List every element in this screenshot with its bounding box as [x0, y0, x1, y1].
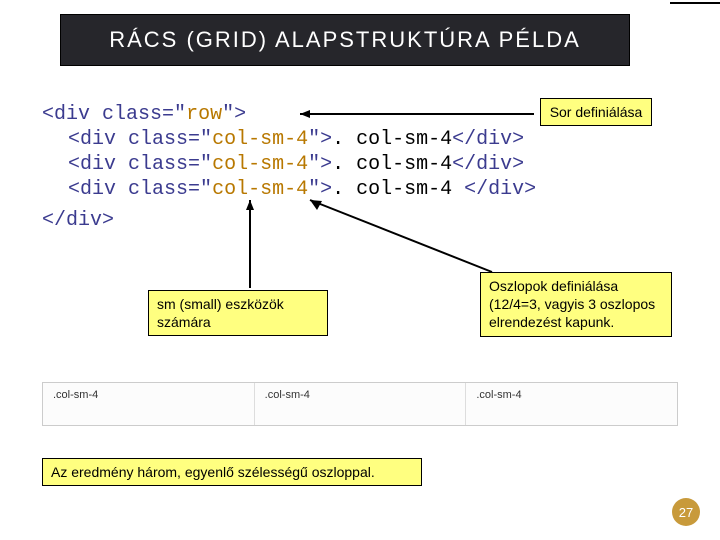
code-token: class — [128, 128, 188, 151]
demo-grid-cell: .col-sm-4 — [255, 383, 467, 425]
code-line-3: <div class="col-sm-4">. col-sm-4</div> — [42, 152, 682, 177]
code-token: . col-sm-4 — [332, 153, 452, 176]
code-token: . col-sm-4 — [332, 178, 464, 201]
callout-text: Sor definiálása — [550, 104, 643, 120]
callout-text: sm (small) eszközök számára — [157, 296, 284, 330]
code-token: </div> — [452, 128, 524, 151]
demo-grid: .col-sm-4 .col-sm-4 .col-sm-4 — [42, 382, 678, 426]
code-token: </div> — [42, 209, 114, 232]
decorative-line — [670, 2, 720, 4]
code-token: <div — [68, 178, 116, 201]
callout-text: Az eredmény három, egyenlő szélességű os… — [51, 464, 375, 480]
code-token: =" — [188, 128, 212, 151]
code-token: <div — [68, 128, 116, 151]
code-token: =" — [162, 103, 186, 126]
code-token: . col-sm-4 — [332, 128, 452, 151]
code-token: "> — [222, 103, 246, 126]
code-token: col-sm-4 — [212, 178, 308, 201]
callout-row-definition: Sor definiálása — [540, 98, 652, 126]
slide-title-box: RÁCS (GRID) ALAPSTRUKTÚRA PÉLDA — [60, 14, 630, 66]
callout-column-definition: Oszlopok definiálása (12/4=3, vagyis 3 o… — [480, 272, 672, 337]
code-token: col-sm-4 — [212, 153, 308, 176]
code-line-2: <div class="col-sm-4">. col-sm-4</div> — [42, 127, 682, 152]
code-token: class — [128, 153, 188, 176]
page-number-badge: 27 — [672, 498, 700, 526]
code-token: "> — [308, 178, 332, 201]
code-token: class — [102, 103, 162, 126]
page-number: 27 — [679, 505, 693, 520]
code-token: class — [128, 178, 188, 201]
code-token: </div> — [464, 178, 536, 201]
code-token: </div> — [452, 153, 524, 176]
demo-cell-label: .col-sm-4 — [265, 389, 310, 401]
demo-cell-label: .col-sm-4 — [476, 389, 521, 401]
callout-text: Oszlopok definiálása (12/4=3, vagyis 3 o… — [489, 278, 655, 330]
demo-grid-cell: .col-sm-4 — [466, 383, 677, 425]
code-token: =" — [188, 178, 212, 201]
code-line-5: </div> — [42, 208, 682, 233]
code-token: <div — [42, 103, 90, 126]
code-token: <div — [68, 153, 116, 176]
code-token: =" — [188, 153, 212, 176]
code-token: row — [186, 103, 222, 126]
callout-sm-note: sm (small) eszközök számára — [148, 290, 328, 336]
code-line-4: <div class="col-sm-4">. col-sm-4 </div> — [42, 177, 682, 202]
demo-grid-cell: .col-sm-4 — [43, 383, 255, 425]
demo-cell-label: .col-sm-4 — [53, 389, 98, 401]
code-token: col-sm-4 — [212, 128, 308, 151]
callout-result: Az eredmény három, egyenlő szélességű os… — [42, 458, 422, 486]
code-token: "> — [308, 153, 332, 176]
slide-title: RÁCS (GRID) ALAPSTRUKTÚRA PÉLDA — [109, 27, 581, 53]
code-token: "> — [308, 128, 332, 151]
